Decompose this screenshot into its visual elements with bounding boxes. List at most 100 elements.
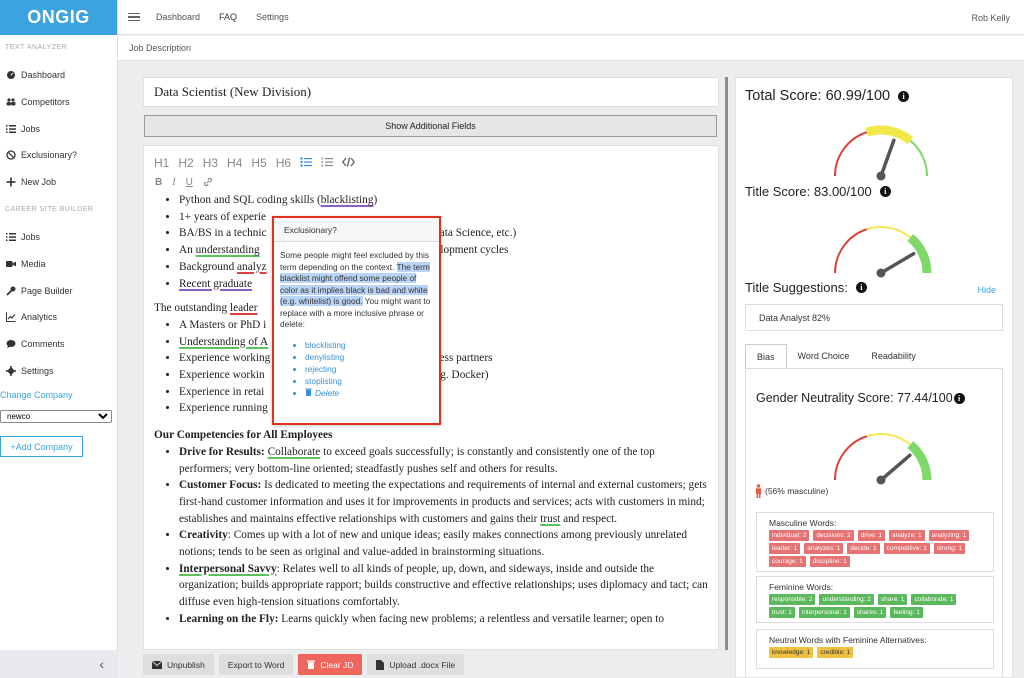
word-chip[interactable]: decide: 1	[847, 543, 880, 554]
tab-bias[interactable]: Bias	[745, 344, 787, 368]
info-icon[interactable]: i	[879, 186, 891, 197]
bullet-list-icon[interactable]	[300, 156, 313, 170]
numbered-list-icon[interactable]	[321, 156, 334, 170]
sidebar-item-dashboard[interactable]: Dashboard	[6, 68, 65, 82]
breadcrumb-job-description[interactable]: Job Description	[129, 43, 191, 53]
word-chip[interactable]: individual: 2	[769, 530, 810, 541]
word-chip[interactable]: competitive: 1	[883, 543, 930, 554]
word-chip[interactable]: collaborate: 1	[911, 594, 957, 605]
nav-dashboard[interactable]: Dashboard	[156, 12, 200, 22]
feminine-words-label: Feminine Words:	[769, 582, 834, 592]
sidebar-item-media[interactable]: Media	[6, 257, 46, 271]
flagged-term[interactable]: trust	[540, 513, 560, 525]
change-company-link[interactable]: Change Company	[0, 390, 73, 400]
trash-icon	[305, 388, 312, 396]
gauge-hub	[876, 268, 886, 278]
h6-button[interactable]: H6	[276, 156, 291, 170]
feminine-chips: responsible: 2 understanding: 2 share: 1 co…	[769, 594, 981, 618]
clear-jd-button[interactable]: Clear JD	[298, 654, 363, 675]
flagged-term[interactable]: leader	[230, 302, 258, 314]
text-analyzer-heading: TEXT ANALYZER	[5, 44, 68, 51]
sidebar-item-analytics[interactable]: Analytics	[6, 310, 57, 324]
replacement-option[interactable]: stoplisting	[305, 375, 433, 387]
word-chip[interactable]: courage: 1	[769, 556, 806, 567]
info-icon[interactable]: i	[898, 90, 910, 102]
replacement-option[interactable]: denylisting	[305, 351, 433, 363]
word-chip[interactable]: credible: 1	[817, 647, 854, 658]
panel-resize-handle[interactable]	[725, 77, 728, 650]
delete-option[interactable]: Delete	[305, 387, 433, 399]
tab-word-choice[interactable]: Word Choice	[787, 344, 861, 368]
word-chip[interactable]: discipline: 1	[809, 556, 850, 567]
title-suggestion[interactable]: Data Analyst 82%	[745, 304, 1003, 331]
sidebar-item-exclusionary[interactable]: Exclusionary?	[6, 148, 77, 162]
word-chip[interactable]: feeling: 1	[890, 607, 923, 618]
word-chip[interactable]: analyze: 1	[888, 530, 925, 541]
score-panel: Total Score: 60.99/100 i Title Score: 83.…	[735, 77, 1013, 678]
sidebar-item-comments[interactable]: Comments	[6, 337, 65, 351]
tab-readability[interactable]: Readability	[860, 344, 927, 368]
company-select[interactable]: newco	[0, 410, 112, 423]
flagged-term[interactable]: blacklisting	[321, 194, 374, 206]
info-icon[interactable]: i	[953, 392, 965, 404]
sidebar-item-jobs[interactable]: Jobs	[6, 122, 40, 136]
hide-suggestions-link[interactable]: Hide	[977, 285, 996, 295]
word-chip[interactable]: share: 1	[877, 594, 908, 605]
word-chip[interactable]: analyzing: 1	[928, 530, 970, 541]
sidebar-item-label: Dashboard	[21, 70, 66, 80]
code-icon[interactable]	[341, 156, 356, 170]
flagged-term[interactable]: Interpersonal Savvy	[179, 563, 277, 575]
collapse-sidebar-button[interactable]: ‹	[0, 650, 118, 678]
link-icon[interactable]	[203, 177, 213, 190]
gear-icon	[6, 366, 16, 376]
h5-button[interactable]: H5	[251, 156, 266, 170]
export-to-word-button[interactable]: Export to Word	[218, 654, 294, 675]
word-chip[interactable]: analyzes: 1	[804, 543, 844, 554]
h4-button[interactable]: H4	[227, 156, 242, 170]
flagged-term[interactable]: analyz	[237, 261, 266, 273]
word-chip[interactable]: decisions: 2	[813, 530, 854, 541]
ongig-logo[interactable]: ONGIG	[0, 0, 117, 35]
h2-button[interactable]: H2	[178, 156, 193, 170]
sidebar-item-new-job[interactable]: New Job	[6, 175, 56, 189]
gauge-hub	[876, 475, 886, 485]
flagged-term[interactable]: Recent graduate	[179, 278, 252, 290]
sidebar-item-settings[interactable]: Settings	[6, 364, 54, 378]
sidebar: ONGIG TEXT ANALYZER Dashboard Competitors…	[0, 0, 118, 678]
title-score-gauge	[834, 226, 932, 278]
show-additional-fields-button[interactable]: Show Additional Fields	[144, 115, 717, 137]
word-chip[interactable]: leader: 1	[769, 543, 801, 554]
replacement-option[interactable]: blocklisting	[305, 339, 433, 351]
flagged-term[interactable]: understanding	[196, 244, 260, 256]
info-icon[interactable]: i	[855, 282, 867, 293]
sidebar-item-competitors[interactable]: Competitors	[6, 95, 70, 109]
word-chip[interactable]: understanding: 2	[819, 594, 874, 605]
hamburger-menu-icon[interactable]	[128, 12, 140, 22]
flagged-term[interactable]: Collaborate	[268, 446, 321, 458]
bold-icon[interactable]: B	[155, 177, 162, 190]
word-chip[interactable]: interpersonal: 1	[798, 607, 850, 618]
nav-faq[interactable]: FAQ	[219, 12, 237, 22]
underline-icon[interactable]: U	[186, 177, 193, 190]
word-chip[interactable]: responsible: 2	[769, 594, 816, 605]
sidebar-item-page-builder[interactable]: Page Builder	[6, 284, 73, 298]
masculine-words-box: Masculine Words: individual: 2 decisions:…	[756, 512, 994, 572]
word-chip[interactable]: drive: 1	[857, 530, 885, 541]
list-item: Learning on the Fly: Learns quickly when…	[179, 611, 710, 628]
user-menu[interactable]: Rob Kelly	[971, 13, 1010, 23]
word-chip[interactable]: shares: 1	[853, 607, 887, 618]
list-item: Experience workingsiness partners	[179, 350, 710, 367]
h3-button[interactable]: H3	[203, 156, 218, 170]
h1-button[interactable]: H1	[154, 156, 169, 170]
unpublish-button[interactable]: Unpublish	[143, 654, 214, 675]
add-company-button[interactable]: +Add Company	[0, 436, 83, 457]
word-chip[interactable]: strong: 1	[933, 543, 965, 554]
upload-docx-button[interactable]: Upload .docx File	[367, 654, 465, 675]
word-chip[interactable]: trust: 1	[769, 607, 795, 618]
job-title-input[interactable]: Data Scientist (New Division)	[143, 77, 719, 107]
replacement-option[interactable]: rejecting	[305, 363, 433, 375]
word-chip[interactable]: knowledge: 1	[769, 647, 814, 658]
nav-settings[interactable]: Settings	[256, 12, 289, 22]
italic-icon[interactable]: I	[172, 177, 175, 190]
sidebar-item-jobs[interactable]: Jobs	[6, 230, 40, 244]
